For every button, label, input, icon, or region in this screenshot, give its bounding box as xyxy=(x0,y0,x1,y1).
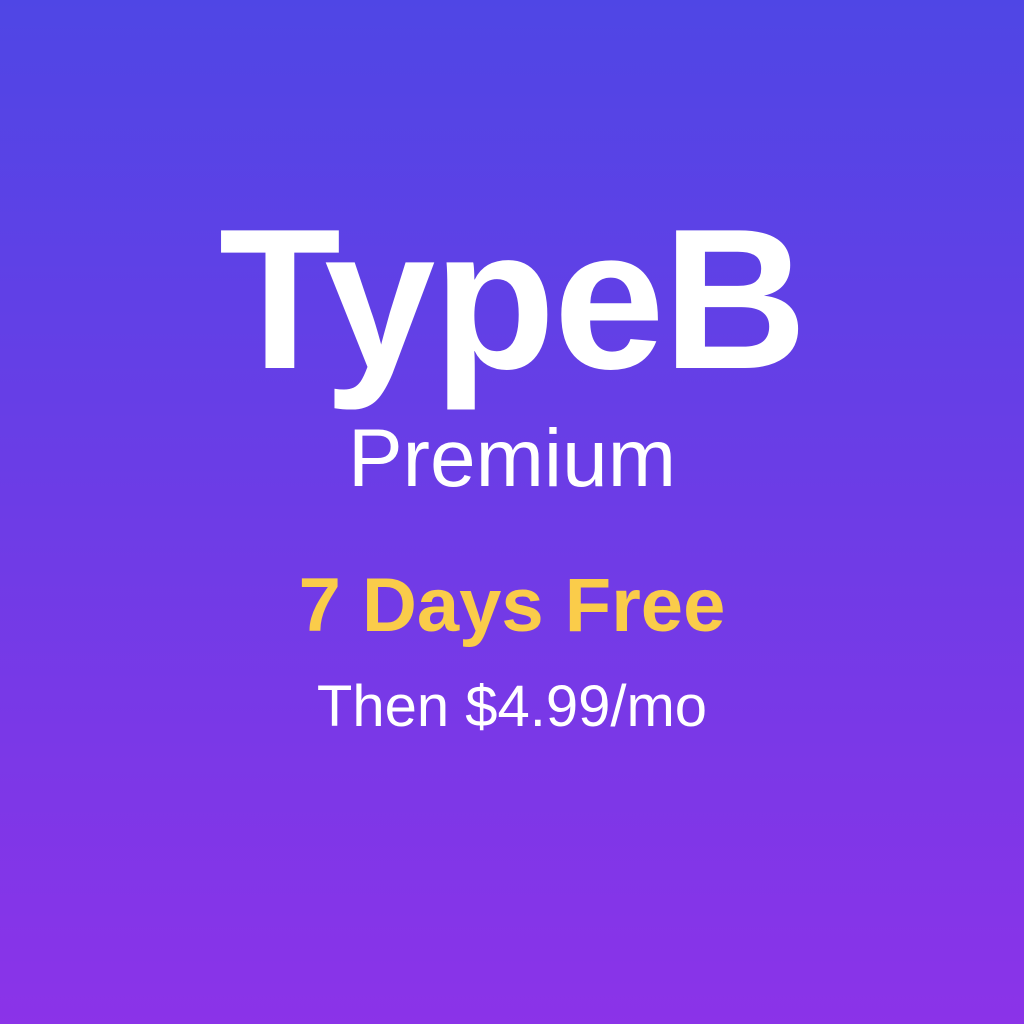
app-name-title: TypeB xyxy=(218,188,807,411)
promo-card: TypeB Premium 7 Days Free Then $4.99/mo xyxy=(0,0,1024,1024)
price-note-text: Then $4.99/mo xyxy=(316,674,708,739)
trial-offer-text: 7 Days Free xyxy=(298,563,726,648)
tier-subtitle: Premium xyxy=(347,413,677,504)
